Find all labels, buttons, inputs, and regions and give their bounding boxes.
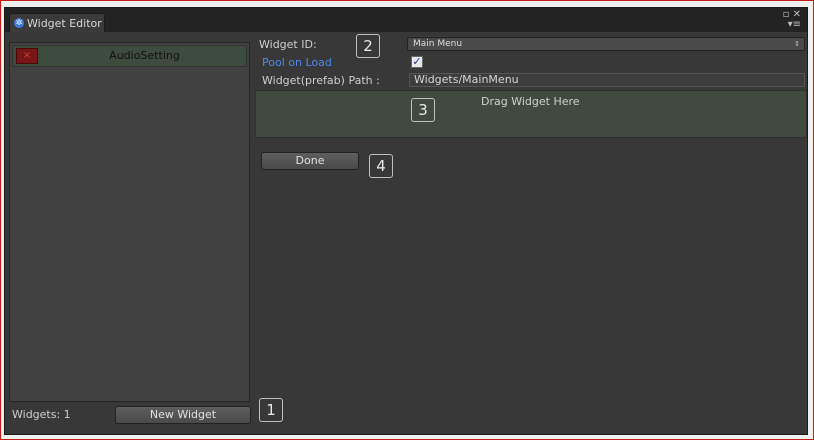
window-controls: ▫ ✕ ▾≡	[783, 10, 801, 30]
widget-id-label: Widget ID:	[259, 38, 317, 51]
path-field[interactable]: Widgets/MainMenu	[409, 73, 805, 87]
select-arrows-icon: ⇕	[794, 40, 800, 48]
widget-list-panel: × AudioSetting	[9, 42, 250, 402]
pool-on-load-label: Pool on Load	[262, 56, 332, 69]
drop-zone[interactable]: Drag Widget Here	[255, 90, 807, 138]
list-item[interactable]: × AudioSetting	[12, 45, 247, 67]
callout-4: 4	[369, 154, 393, 178]
editor-content: × AudioSetting Widgets: 1 New Widget 1 W…	[5, 32, 807, 434]
menu-icon[interactable]: ▾≡	[788, 19, 801, 30]
tab-widget-editor[interactable]: ✲ Widget Editor	[9, 13, 105, 32]
drop-zone-label: Drag Widget Here	[481, 95, 580, 108]
widget-id-select[interactable]: Main Menu ⇕	[407, 37, 805, 51]
pool-on-load-checkbox[interactable]: ✓	[411, 56, 423, 68]
path-label: Widget(prefab) Path :	[262, 74, 380, 87]
callout-1: 1	[259, 398, 283, 422]
new-widget-button[interactable]: New Widget	[115, 406, 251, 424]
tab-title: Widget Editor	[27, 16, 102, 30]
callout-2: 2	[356, 34, 380, 58]
widget-id-value: Main Menu	[413, 39, 463, 49]
list-item-label: AudioSetting	[109, 49, 180, 62]
callout-3: 3	[411, 98, 435, 122]
editor-window: ✲ Widget Editor ▫ ✕ ▾≡ × AudioSetting Wi…	[4, 7, 808, 435]
tab-bar: ✲ Widget Editor ▫ ✕ ▾≡	[5, 8, 807, 32]
x-icon: ×	[22, 50, 32, 61]
gear-icon: ✲	[14, 18, 24, 28]
widget-count: Widgets: 1	[12, 408, 71, 421]
done-button[interactable]: Done	[261, 152, 359, 170]
delete-widget-button[interactable]: ×	[16, 48, 38, 64]
checkmark-icon: ✓	[412, 55, 422, 68]
